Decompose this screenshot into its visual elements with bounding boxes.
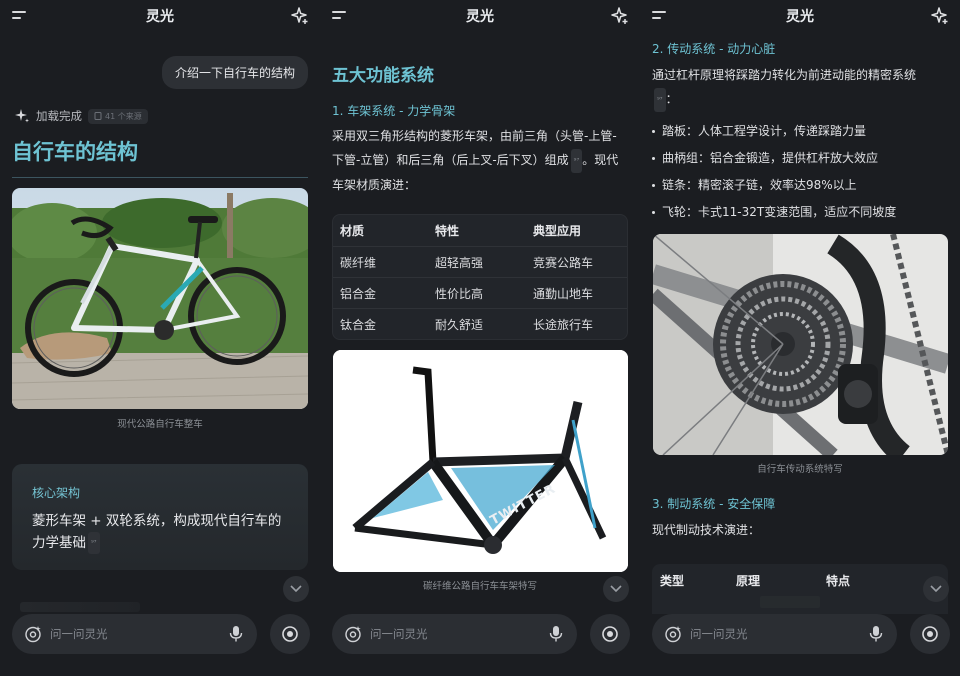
table-header: 原理	[736, 573, 761, 588]
app-title: 灵光	[786, 9, 814, 25]
subsection-title: 1. 车架系统 - 力学骨架	[332, 104, 456, 118]
table-cell: 超轻高强	[435, 255, 484, 270]
frame-caption: 碳纤维公路自行车车架特写	[422, 581, 537, 592]
table-cell: 长途旅行车	[533, 317, 594, 332]
drivetrain-photo[interactable]	[653, 234, 948, 455]
source-count: 41 个来源	[105, 111, 142, 121]
scroll-down-button[interactable]	[603, 576, 629, 602]
table-header: 材质	[340, 224, 365, 238]
core-structure-card: 核心架构 菱形车架 + 双轮系统，构成现代自行车的力学基础 ⁹⁷	[12, 464, 308, 570]
page-title: 自行车的结构	[12, 140, 138, 164]
list-item: 链条：精密滚子链，效率达98%以上	[652, 172, 952, 199]
reference-marker[interactable]: ⁹⁷	[654, 87, 666, 112]
ask-input[interactable]	[370, 624, 520, 644]
mic-icon[interactable]	[869, 625, 883, 643]
source-badge[interactable]: 41 个来源	[88, 108, 148, 124]
chat-panel-2: 灵光 五大功能系统 1. 车架系统 - 力学骨架 采用双三角形结构的菱形车架，由…	[320, 0, 640, 676]
section-title: 五大功能系统	[332, 66, 434, 86]
card-title: 核心架构	[32, 486, 81, 500]
carbon-frame-illustration: TWITTER	[333, 350, 628, 572]
ask-input-bar[interactable]	[12, 614, 257, 654]
camera-sparkle-icon[interactable]	[664, 625, 682, 643]
drivetrain-list: 踏板：人体工程学设计，传递踩踏力量 曲柄组：铝合金锻造，提供杠杆放大效应 链条：…	[652, 118, 952, 226]
voice-call-icon	[602, 626, 618, 642]
chevron-down-icon	[930, 585, 942, 593]
card-body-text: 菱形车架 + 双轮系统，构成现代自行车的力学基础	[32, 513, 282, 551]
list-item: 曲柄组：铝合金锻造，提供杠杆放大效应	[652, 145, 952, 172]
faded-table-row	[760, 596, 820, 608]
table-header: 典型应用	[533, 224, 582, 238]
brake-section-title: 3. 制动系统 - 安全保障	[652, 497, 776, 511]
table-cell: 通勤山地车	[533, 286, 594, 301]
scroll-down-button[interactable]	[923, 576, 949, 602]
status-label: 加载完成	[36, 109, 82, 123]
chevron-down-icon	[290, 585, 302, 593]
top-bar: 灵光	[0, 0, 320, 32]
drivetrain-caption: 自行车传动系统特写	[757, 464, 843, 475]
brake-intro: 现代制动技术演进：	[652, 523, 761, 537]
drivetrain-illustration	[653, 234, 948, 455]
material-table: 材质 特性 典型应用 碳纤维 超轻高强 竞赛公路车 铝合金 性价比高 通勤山地车…	[332, 214, 628, 340]
table-row: 铝合金 性价比高 通勤山地车	[333, 277, 627, 308]
new-chat-icon[interactable]	[290, 6, 310, 26]
voice-call-icon	[922, 626, 938, 642]
card-body: 菱形车架 + 双轮系统，构成现代自行车的力学基础 ⁹⁷	[32, 510, 288, 554]
voice-call-button[interactable]	[910, 614, 950, 654]
reference-marker[interactable]: ⁹⁷	[570, 148, 583, 173]
document-icon	[94, 112, 102, 120]
table-cell: 竞赛公路车	[533, 255, 594, 270]
mic-icon[interactable]	[229, 625, 243, 643]
subsection-title: 2. 传动系统 - 动力心脏	[652, 42, 776, 56]
load-status-row: 加载完成 41 个来源	[14, 108, 148, 124]
table-row: 碳纤维 超轻高强 竞赛公路车	[333, 246, 627, 277]
table-cell: 耐久舒适	[435, 317, 484, 332]
bicycle-illustration	[12, 188, 308, 409]
table-row: 钛合金 耐久舒适 长途旅行车	[333, 308, 627, 339]
camera-sparkle-icon[interactable]	[24, 625, 42, 643]
app-title: 灵光	[466, 9, 494, 25]
ask-input[interactable]	[50, 624, 200, 644]
camera-sparkle-icon[interactable]	[344, 625, 362, 643]
new-chat-icon[interactable]	[930, 6, 950, 26]
brake-table: 类型 原理 特点	[652, 564, 948, 614]
voice-call-button[interactable]	[590, 614, 630, 654]
voice-call-button[interactable]	[270, 614, 310, 654]
ask-input-bar[interactable]	[652, 614, 897, 654]
table-header-row: 材质 特性 典型应用	[333, 215, 627, 246]
faded-next-heading	[20, 602, 140, 612]
frame-photo[interactable]: TWITTER	[333, 350, 628, 572]
list-item: 飞轮：卡式11-32T变速范围，适应不同坡度	[652, 199, 952, 226]
table-cell: 性价比高	[435, 286, 484, 301]
sparkle-icon	[15, 109, 29, 123]
table-cell: 钛合金	[340, 317, 377, 332]
scroll-down-button[interactable]	[283, 576, 309, 602]
frame-paragraph: 采用双三角形结构的菱形车架，由前三角（头管-上管-下管-立管）和后三角（后上叉-…	[332, 124, 628, 197]
chat-panel-3: 灵光 2. 传动系统 - 动力心脏 通过杠杆原理将踩踏力转化为前进动能的精密系统…	[640, 0, 960, 676]
table-cell: 碳纤维	[340, 255, 377, 270]
drivetrain-paragraph-text: 通过杠杆原理将踩踏力转化为前进动能的精密系统	[652, 68, 917, 82]
user-message-bubble: 介绍一下自行车的结构	[161, 56, 308, 89]
mic-icon[interactable]	[549, 625, 563, 643]
bicycle-photo[interactable]	[12, 188, 308, 409]
drivetrain-paragraph: 通过杠杆原理将踩踏力转化为前进动能的精密系统 ⁹⁷：	[652, 63, 948, 112]
voice-call-icon	[282, 626, 298, 642]
table-header: 特性	[435, 224, 460, 238]
reference-marker[interactable]: ⁹⁷	[88, 532, 100, 554]
list-item: 踏板：人体工程学设计，传递踩踏力量	[652, 118, 952, 145]
table-cell: 铝合金	[340, 286, 377, 301]
app-title: 灵光	[146, 9, 174, 25]
chat-panel-1: 灵光 介绍一下自行车的结构 加载完成 41 个来源 自行车的结构 现代公路自行车…	[0, 0, 320, 676]
table-header-row: 类型 原理 特点	[652, 564, 948, 596]
ask-input[interactable]	[690, 624, 840, 644]
table-header: 类型	[660, 573, 685, 588]
chevron-down-icon	[610, 585, 622, 593]
title-divider	[12, 177, 308, 178]
bicycle-caption: 现代公路自行车整车	[117, 419, 203, 430]
ask-input-bar[interactable]	[332, 614, 577, 654]
top-bar: 灵光	[320, 0, 640, 32]
new-chat-icon[interactable]	[610, 6, 630, 26]
top-bar: 灵光	[640, 0, 960, 32]
